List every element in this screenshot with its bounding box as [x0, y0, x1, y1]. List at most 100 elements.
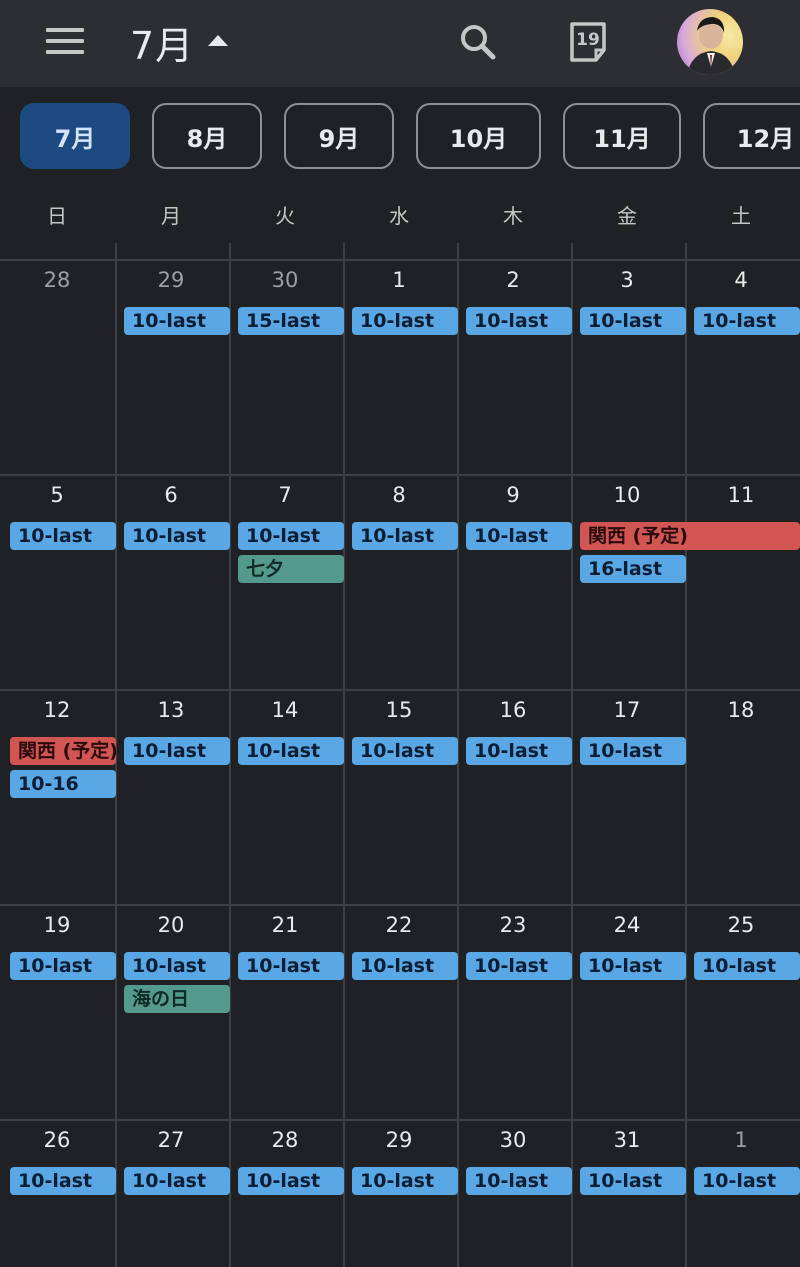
- event-chip[interactable]: 海の日: [124, 985, 230, 1013]
- event-chip[interactable]: 10-last: [694, 307, 800, 335]
- day-number[interactable]: 22: [342, 913, 456, 937]
- day-number[interactable]: 7: [228, 483, 342, 507]
- event-chip[interactable]: 関西 (予定): [10, 737, 116, 765]
- month-chip-8[interactable]: 8月: [152, 103, 262, 169]
- weekday-label: 日: [47, 204, 67, 228]
- day-number[interactable]: 8: [342, 483, 456, 507]
- day-number[interactable]: 5: [0, 483, 114, 507]
- day-number[interactable]: 26: [0, 1128, 114, 1152]
- event-chip[interactable]: 10-last: [580, 307, 686, 335]
- event-chip[interactable]: 10-last: [466, 307, 572, 335]
- day-number[interactable]: 28: [228, 1128, 342, 1152]
- day-number[interactable]: 23: [456, 913, 570, 937]
- day-number[interactable]: 25: [684, 913, 798, 937]
- event-chip[interactable]: 10-last: [466, 522, 572, 550]
- day-number[interactable]: 29: [114, 268, 228, 292]
- event-chip[interactable]: 10-last: [352, 1167, 458, 1195]
- event-chip[interactable]: 10-last: [352, 952, 458, 980]
- event-chip[interactable]: 10-last: [238, 522, 344, 550]
- event-chip[interactable]: 10-16: [10, 770, 116, 798]
- event-chip[interactable]: 10-last: [124, 737, 230, 765]
- day-number[interactable]: 18: [684, 698, 798, 722]
- event-chip[interactable]: 10-last: [580, 737, 686, 765]
- event-chip[interactable]: 10-last: [10, 522, 116, 550]
- day-number[interactable]: 15: [342, 698, 456, 722]
- day-number[interactable]: 13: [114, 698, 228, 722]
- event-chip[interactable]: 10-last: [124, 952, 230, 980]
- caret-up-icon: [208, 34, 229, 46]
- weekday-label: 金: [617, 204, 637, 228]
- month-chip-7[interactable]: 7月: [20, 103, 130, 169]
- event-chip[interactable]: 10-last: [238, 952, 344, 980]
- event-chip[interactable]: 10-last: [352, 522, 458, 550]
- event-chip[interactable]: 10-last: [466, 952, 572, 980]
- event-chip[interactable]: 10-last: [10, 1167, 116, 1195]
- event-chip[interactable]: 10-last: [238, 1167, 344, 1195]
- day-number[interactable]: 3: [570, 268, 684, 292]
- event-chip[interactable]: 10-last: [124, 307, 230, 335]
- day-number[interactable]: 29: [342, 1128, 456, 1152]
- today-date-badge: 19: [576, 30, 600, 50]
- weekday-header: 日 月 火 水 木 金 土: [0, 200, 800, 245]
- avatar[interactable]: [677, 9, 743, 75]
- day-number[interactable]: 19: [0, 913, 114, 937]
- day-number[interactable]: 1: [684, 1128, 798, 1152]
- weekday-label: 水: [389, 204, 409, 228]
- day-number[interactable]: 27: [114, 1128, 228, 1152]
- event-chip[interactable]: 10-last: [580, 952, 686, 980]
- day-number[interactable]: 4: [684, 268, 798, 292]
- grid-row-divider: [0, 689, 800, 691]
- weekday-label: 月: [161, 204, 181, 228]
- search-icon[interactable]: [456, 20, 500, 64]
- menu-icon[interactable]: [46, 28, 84, 56]
- day-number[interactable]: 28: [0, 268, 114, 292]
- month-grid: 28 29 10-last 30 15-last 1 10-last 2 10-last 3 10-…: [0, 243, 800, 1267]
- month-chip-row: 7月 8月 9月 10月 11月 12月: [0, 103, 800, 169]
- day-number[interactable]: 17: [570, 698, 684, 722]
- event-chip[interactable]: 10-last: [124, 522, 230, 550]
- event-chip[interactable]: 関西 (予定): [580, 522, 800, 550]
- event-chip[interactable]: 16-last: [580, 555, 686, 583]
- month-title: 7月: [130, 23, 195, 68]
- weekday-label: 火: [275, 204, 295, 228]
- day-number[interactable]: 12: [0, 698, 114, 722]
- month-picker-toggle[interactable]: 7月: [130, 14, 229, 70]
- grid-row-divider: [0, 904, 800, 906]
- event-chip[interactable]: 10-last: [10, 952, 116, 980]
- weekday-label: 木: [503, 204, 523, 228]
- day-number[interactable]: 2: [456, 268, 570, 292]
- day-number[interactable]: 24: [570, 913, 684, 937]
- event-chip[interactable]: 10-last: [238, 737, 344, 765]
- weekday-label: 土: [731, 204, 751, 228]
- day-number[interactable]: 1: [342, 268, 456, 292]
- event-chip[interactable]: 10-last: [352, 307, 458, 335]
- day-number[interactable]: 21: [228, 913, 342, 937]
- day-number[interactable]: 31: [570, 1128, 684, 1152]
- top-app-bar: 7月 19: [0, 0, 800, 87]
- event-chip[interactable]: 10-last: [580, 1167, 686, 1195]
- month-chip-10[interactable]: 10月: [416, 103, 541, 169]
- day-number[interactable]: 10: [570, 483, 684, 507]
- grid-row-divider: [0, 259, 800, 261]
- event-chip[interactable]: 10-last: [466, 737, 572, 765]
- month-chip-11[interactable]: 11月: [563, 103, 681, 169]
- month-chip-9[interactable]: 9月: [284, 103, 394, 169]
- day-number[interactable]: 16: [456, 698, 570, 722]
- day-number[interactable]: 20: [114, 913, 228, 937]
- day-number[interactable]: 30: [456, 1128, 570, 1152]
- today-calendar-icon[interactable]: 19: [566, 20, 610, 64]
- day-number[interactable]: 6: [114, 483, 228, 507]
- event-chip[interactable]: 10-last: [694, 1167, 800, 1195]
- event-chip[interactable]: 10-last: [466, 1167, 572, 1195]
- event-chip[interactable]: 10-last: [124, 1167, 230, 1195]
- event-chip[interactable]: 15-last: [238, 307, 344, 335]
- grid-row-divider: [0, 474, 800, 476]
- day-number[interactable]: 14: [228, 698, 342, 722]
- day-number[interactable]: 30: [228, 268, 342, 292]
- event-chip[interactable]: 10-last: [352, 737, 458, 765]
- event-chip[interactable]: 10-last: [694, 952, 800, 980]
- day-number[interactable]: 11: [684, 483, 798, 507]
- month-chip-12[interactable]: 12月: [703, 103, 800, 169]
- day-number[interactable]: 9: [456, 483, 570, 507]
- event-chip[interactable]: 七夕: [238, 555, 344, 583]
